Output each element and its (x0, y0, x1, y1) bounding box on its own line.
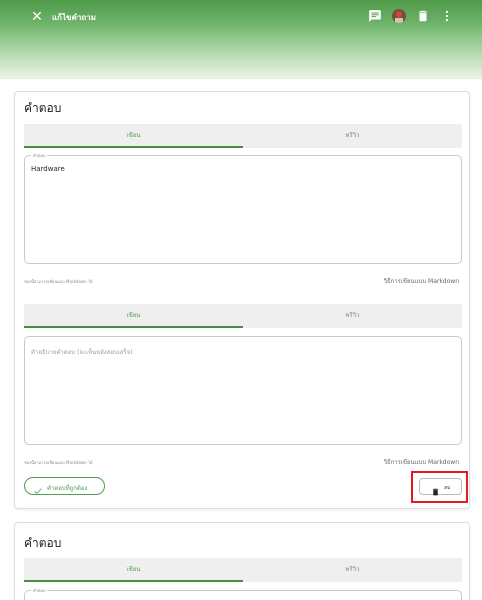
highlight-box (411, 471, 468, 503)
answer-card: คำตอบ เขียน พรีวิว คำตอบ Hardware ช่องนี… (14, 91, 470, 509)
trash-icon[interactable] (416, 9, 430, 23)
correct-answer-button[interactable]: คำตอบที่ถูกต้อง (24, 477, 105, 495)
answer-tabs: เขียน พรีวิว (24, 124, 462, 148)
card-title: คำตอบ (24, 536, 62, 550)
answer-field-label: คำตอบ (31, 152, 48, 159)
tab-write[interactable]: เขียน (24, 124, 243, 148)
explanation-field[interactable]: คำอธิบายคำตอบ (จะเห็นหลังสอบเสร็จ) (24, 336, 462, 445)
avatar[interactable] (392, 9, 406, 23)
app-bar: ✕ แก้ไขคำถาม (0, 0, 482, 78)
explanation-placeholder: คำอธิบายคำตอบ (จะเห็นหลังสอบเสร็จ) (31, 349, 133, 356)
tab-indicator (24, 580, 243, 582)
tab-preview[interactable]: พรีวิว (243, 124, 462, 148)
answer-field-value[interactable]: Hardware (31, 165, 65, 173)
check-icon (33, 481, 43, 500)
comment-icon[interactable] (368, 9, 382, 23)
tab-write[interactable]: เขียน (24, 558, 243, 582)
answer-tabs: เขียน พรีวิว (24, 558, 462, 582)
markdown-hint: ช่องนี้สามารถเขียนแบบ Markdown ได้ (24, 279, 93, 284)
app-bar-shadow (0, 78, 482, 80)
markdown-help-link[interactable]: วิธีการเขียนแบบ Markdown (384, 276, 459, 286)
close-icon[interactable]: ✕ (28, 8, 46, 26)
card-title: คำตอบ (24, 101, 62, 115)
tab-preview[interactable]: พรีวิว (243, 558, 462, 582)
explanation-tabs: เขียน พรีวิว (24, 304, 462, 328)
answer-card: คำตอบ เขียน พรีวิว คำตอบ (14, 522, 470, 600)
answer-field-label: คำตอบ (31, 587, 48, 594)
more-vert-icon[interactable] (440, 9, 454, 23)
tab-preview[interactable]: พรีวิว (243, 304, 462, 328)
page-title: แก้ไขคำถาม (52, 13, 96, 22)
markdown-hint: ช่องนี้สามารถเขียนแบบ Markdown ได้ (24, 460, 93, 465)
markdown-help-link[interactable]: วิธีการเขียนแบบ Markdown (384, 457, 459, 467)
tab-indicator (24, 146, 243, 148)
tab-indicator (24, 326, 243, 328)
correct-answer-label: คำตอบที่ถูกต้อง (47, 485, 88, 492)
tab-write[interactable]: เขียน (24, 304, 243, 328)
answer-field[interactable]: คำตอบ (24, 587, 462, 600)
answer-field[interactable]: คำตอบ Hardware (24, 152, 462, 264)
